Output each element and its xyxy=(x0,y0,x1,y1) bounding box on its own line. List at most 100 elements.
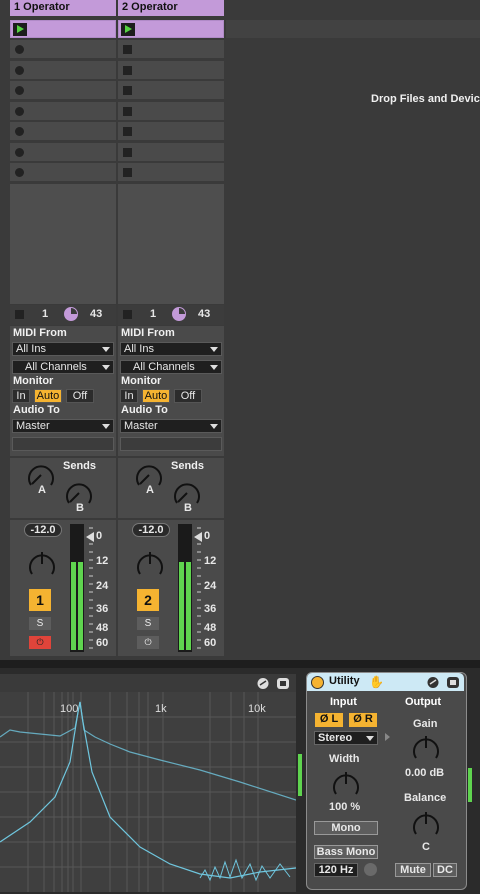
monitor-off-button[interactable]: Off xyxy=(66,389,94,403)
output-channel-select[interactable] xyxy=(12,437,114,451)
empty-clip-area[interactable] xyxy=(118,184,224,304)
volume-display[interactable]: -12.0 xyxy=(132,523,170,537)
stop-icon[interactable] xyxy=(15,310,24,319)
device-power-toggle[interactable] xyxy=(311,676,324,689)
freq-label-10k: 10k xyxy=(248,703,266,715)
balance-label: Balance xyxy=(404,792,447,804)
width-knob[interactable] xyxy=(331,769,361,799)
channel-select[interactable]: All Channels xyxy=(120,360,222,374)
audio-to-value: Master xyxy=(16,420,50,432)
volume-fader-handle[interactable] xyxy=(86,532,94,542)
clip-slot[interactable] xyxy=(118,60,224,80)
utility-title: Utility xyxy=(329,675,360,687)
sends-section: Sends A B xyxy=(10,458,116,518)
balance-knob[interactable] xyxy=(411,809,441,839)
sends-label: Sends xyxy=(63,460,97,472)
play-icon[interactable] xyxy=(13,23,27,36)
monitor-auto-button[interactable]: Auto xyxy=(34,389,62,403)
clip-slot[interactable] xyxy=(118,122,224,141)
solo-button[interactable]: S xyxy=(29,617,51,630)
clip-slot[interactable] xyxy=(118,81,224,100)
clip-slot-stop-icon[interactable] xyxy=(123,86,132,95)
meter-bar-left xyxy=(71,562,76,650)
monitor-off-button[interactable]: Off xyxy=(174,389,202,403)
eq-spectrum-display[interactable]: 100 1k 10k xyxy=(0,692,296,892)
phase-left-button[interactable]: Ø L xyxy=(315,713,343,727)
clip-slot-stop-icon[interactable] xyxy=(123,106,132,116)
clip-slot[interactable] xyxy=(10,60,116,80)
play-icon[interactable] xyxy=(121,23,135,36)
audio-to-select[interactable]: Master xyxy=(12,419,114,433)
db-scale-label: 24 xyxy=(96,580,109,592)
volume-display[interactable]: -12.0 xyxy=(24,523,62,537)
clip-slot-stop-icon[interactable] xyxy=(15,65,24,75)
clip-slot-stop-icon[interactable] xyxy=(15,106,24,116)
clip-slot-stop-icon[interactable] xyxy=(123,65,132,75)
solo-button[interactable]: S xyxy=(137,617,159,630)
phase-right-button[interactable]: Ø R xyxy=(349,713,377,727)
mute-button[interactable]: Mute xyxy=(395,863,431,877)
midi-from-select[interactable]: All Ins xyxy=(120,342,222,356)
output-channel-select[interactable] xyxy=(120,437,222,451)
clip-slot-stop-icon[interactable] xyxy=(123,147,132,157)
clip-slot[interactable] xyxy=(118,163,224,182)
empty-clip-area[interactable] xyxy=(10,184,116,304)
bass-mono-frequency[interactable]: 120 Hz xyxy=(314,863,358,877)
pan-knob[interactable] xyxy=(27,548,57,580)
utility-header-icons[interactable] xyxy=(427,676,461,689)
track-title[interactable]: 2 Operator xyxy=(118,0,224,16)
channel-mode-select[interactable]: Stereo xyxy=(314,731,378,745)
gain-knob[interactable] xyxy=(411,733,441,763)
dc-button[interactable]: DC xyxy=(433,863,457,877)
stop-icon[interactable] xyxy=(123,310,132,319)
clip-slot[interactable] xyxy=(118,142,224,162)
clip-slot-stop-icon[interactable] xyxy=(15,127,24,136)
gain-label: Gain xyxy=(413,718,438,730)
clip-slot[interactable] xyxy=(10,142,116,162)
mono-button[interactable]: Mono xyxy=(314,821,378,835)
clip-slot-stop-icon[interactable] xyxy=(15,86,24,95)
volume-fader-handle[interactable] xyxy=(194,532,202,542)
width-label: Width xyxy=(329,753,360,765)
arm-button[interactable]: ⏻ xyxy=(137,636,159,649)
track-title[interactable]: 1 Operator xyxy=(10,0,116,16)
clip-slot[interactable] xyxy=(118,101,224,121)
clip-slot-playing[interactable] xyxy=(118,20,224,38)
audio-to-value: Master xyxy=(124,420,158,432)
clip-slot-stop-icon[interactable] xyxy=(123,168,132,177)
track-activator-button[interactable]: 1 xyxy=(29,589,51,611)
clip-slot-stop-icon[interactable] xyxy=(123,45,132,54)
clip-slot-stop-icon[interactable] xyxy=(15,147,24,157)
utility-device: Utility ✋ Input Ø L Ø R Stereo Width 100… xyxy=(306,672,467,890)
headphone-audition-icon[interactable] xyxy=(364,863,377,876)
clip-slot-playing[interactable] xyxy=(10,20,116,38)
eq-title-bar xyxy=(0,674,296,692)
channel-select[interactable]: All Channels xyxy=(12,360,114,374)
cpu-pie-icon xyxy=(172,307,186,321)
clip-slot[interactable] xyxy=(10,101,116,121)
audio-to-select[interactable]: Master xyxy=(120,419,222,433)
level-meter xyxy=(70,524,84,652)
monitor-auto-button[interactable]: Auto xyxy=(142,389,170,403)
clip-slot[interactable] xyxy=(10,40,116,59)
monitor-in-button[interactable]: In xyxy=(120,389,138,403)
arm-button[interactable]: ⏻ xyxy=(29,636,51,649)
clip-slot[interactable] xyxy=(10,122,116,141)
monitor-in-button[interactable]: In xyxy=(12,389,30,403)
clip-slot[interactable] xyxy=(10,81,116,100)
bass-mono-button[interactable]: Bass Mono xyxy=(314,845,378,859)
midi-from-select[interactable]: All Ins xyxy=(12,342,114,356)
clip-slot[interactable] xyxy=(118,40,224,59)
eq-device-icons[interactable] xyxy=(257,677,291,690)
gain-value: 0.00 dB xyxy=(405,767,445,779)
monitor-label: Monitor xyxy=(13,375,54,387)
clip-slot-stop-icon[interactable] xyxy=(123,127,132,136)
clip-slot[interactable] xyxy=(10,163,116,182)
clip-slot-stop-icon[interactable] xyxy=(15,168,24,177)
clip-slot-stop-icon[interactable] xyxy=(15,45,24,54)
input-label: Input xyxy=(330,696,357,708)
cpu-pie-icon xyxy=(64,307,78,321)
utility-title-bar[interactable]: Utility ✋ xyxy=(307,673,464,691)
track-activator-button[interactable]: 2 xyxy=(137,589,159,611)
pan-knob[interactable] xyxy=(135,548,165,580)
